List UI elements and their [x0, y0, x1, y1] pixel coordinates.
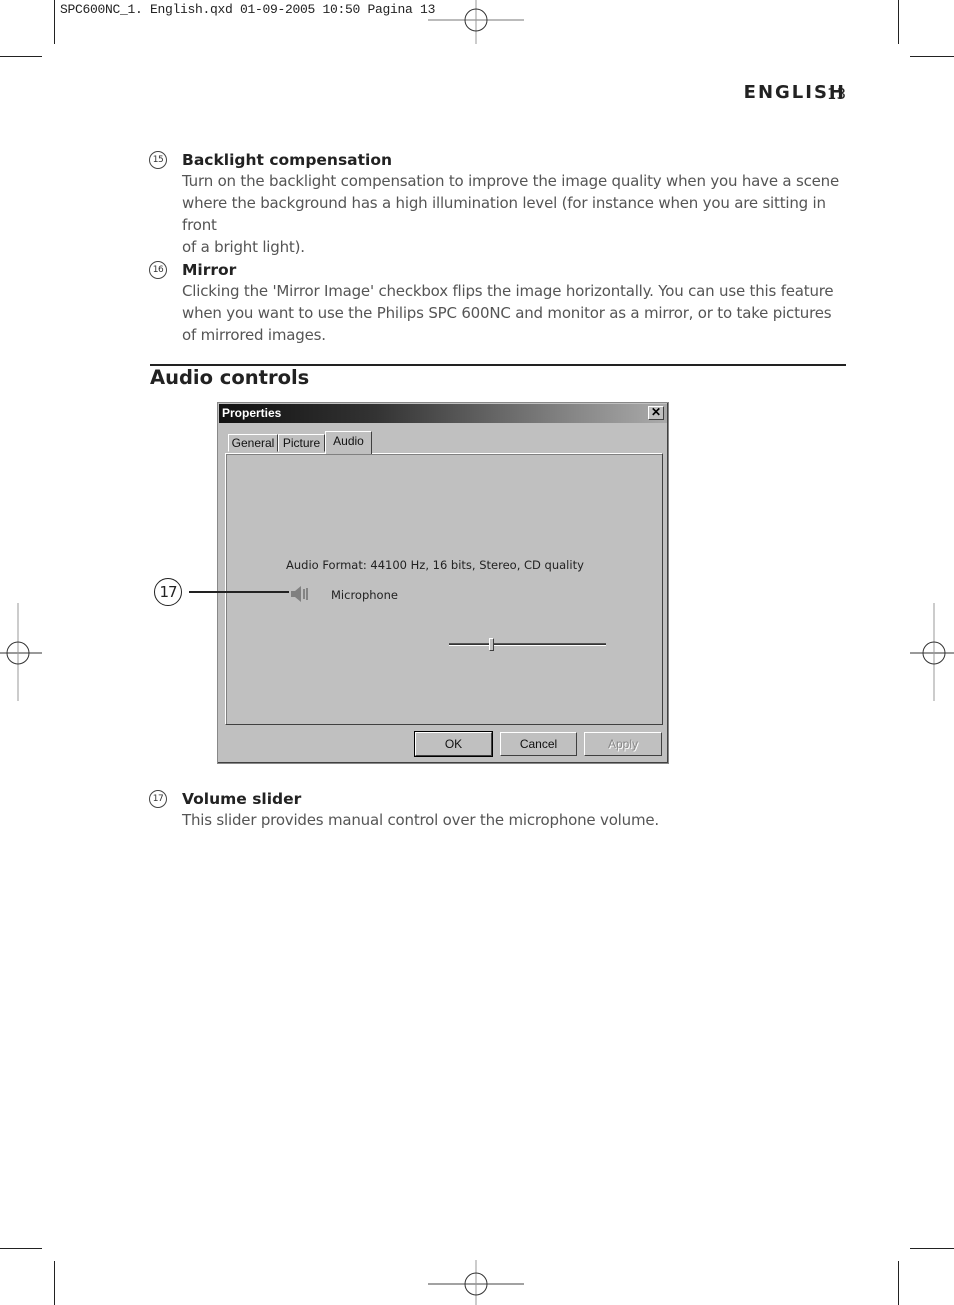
item-title: Mirror — [182, 261, 237, 279]
feature-item-mirror: 16 Mirror Clicking the 'Mirror Image' ch… — [149, 260, 849, 346]
tab-general[interactable]: General — [228, 434, 278, 452]
ok-button[interactable]: OK — [414, 731, 493, 757]
registration-mark-icon — [910, 603, 954, 701]
registration-mark-icon — [0, 603, 42, 701]
registration-mark-icon — [428, 1260, 524, 1305]
close-icon[interactable]: ✕ — [648, 406, 664, 420]
item-title: Backlight compensation — [182, 151, 393, 169]
item-line: of a bright light). — [182, 238, 305, 256]
feature-item-volume-slider: 17 Volume slider This slider provides ma… — [149, 789, 849, 831]
item-number: 15 — [149, 151, 167, 169]
tab-picture[interactable]: Picture — [278, 434, 325, 452]
audio-format-label: Audio Format: 44100 Hz, 16 bits, Stereo,… — [286, 558, 584, 572]
speaker-icon — [291, 586, 308, 602]
page-number: 13 — [827, 85, 847, 103]
cancel-button[interactable]: Cancel — [500, 732, 577, 756]
volume-slider-track[interactable] — [449, 643, 606, 646]
item-line: Turn on the backlight compensation to im… — [182, 172, 840, 190]
apply-button[interactable]: Apply — [584, 732, 662, 756]
dialog-titlebar: Properties ✕ — [219, 404, 667, 423]
crop-mark — [54, 0, 55, 44]
tab-audio[interactable]: Audio — [325, 431, 372, 454]
crop-mark — [910, 1248, 954, 1249]
item-line: where the background has a high illumina… — [182, 194, 826, 234]
crop-mark — [0, 1248, 42, 1249]
item-line: when you want to use the Philips SPC 600… — [182, 304, 832, 322]
callout-number: 17 — [154, 578, 182, 606]
dialog-title: Properties — [222, 406, 282, 420]
properties-dialog: Properties ✕ General Picture Audio Audio… — [217, 402, 669, 764]
crop-mark — [0, 56, 42, 57]
audio-panel: Audio Format: 44100 Hz, 16 bits, Stereo,… — [225, 453, 663, 725]
item-title: Volume slider — [182, 790, 302, 808]
print-slug: SPC600NC_1. English.qxd 01-09-2005 10:50… — [60, 2, 436, 17]
item-line: Clicking the 'Mirror Image' checkbox fli… — [182, 282, 834, 300]
crop-mark — [910, 56, 954, 57]
volume-slider-thumb[interactable] — [488, 638, 494, 651]
section-heading: Audio controls — [150, 366, 310, 389]
registration-mark-icon — [428, 0, 524, 44]
item-line: This slider provides manual control over… — [182, 811, 659, 829]
crop-mark — [898, 1261, 899, 1305]
callout-leader-line — [189, 591, 289, 593]
item-line: of mirrored images. — [182, 326, 326, 344]
feature-item-backlight: 15 Backlight compensation Turn on the ba… — [149, 150, 849, 258]
item-number: 16 — [149, 261, 167, 279]
crop-mark — [54, 1261, 55, 1305]
item-number: 17 — [149, 790, 167, 808]
crop-mark — [898, 0, 899, 44]
microphone-label: Microphone — [331, 588, 398, 602]
